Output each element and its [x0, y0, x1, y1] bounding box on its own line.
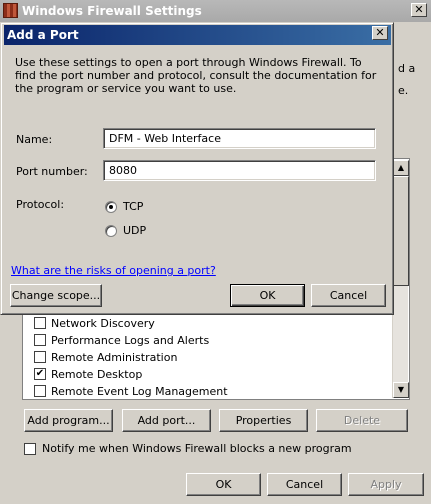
- firewall-app-icon: [3, 3, 18, 18]
- exception-item-network-discovery[interactable]: Network Discovery: [34, 315, 155, 331]
- name-label: Name:: [16, 133, 53, 146]
- exceptions-scrollbar[interactable]: ▲ ▼: [392, 160, 409, 398]
- port-number-label: Port number:: [16, 165, 88, 178]
- firewall-settings-titlebar: Windows Firewall Settings: [0, 0, 431, 22]
- add-program-button[interactable]: Add program...: [24, 409, 113, 432]
- firewall-cancel-button[interactable]: Cancel: [267, 473, 342, 496]
- protocol-option-udp[interactable]: UDP: [105, 224, 146, 237]
- exception-label: Remote Event Log Management: [51, 384, 228, 398]
- scroll-up-arrow-icon[interactable]: ▲: [393, 160, 409, 176]
- radio-selected[interactable]: [105, 200, 117, 213]
- radio-unselected[interactable]: [105, 224, 117, 237]
- dialog-ok-button[interactable]: OK: [230, 284, 305, 307]
- firewall-apply-button[interactable]: Apply: [348, 473, 424, 496]
- change-scope-button[interactable]: Change scope...: [10, 284, 102, 307]
- exception-label: Remote Desktop: [51, 367, 143, 381]
- exception-label: Network Discovery: [51, 316, 155, 330]
- firewall-ok-button[interactable]: OK: [186, 473, 261, 496]
- protocol-label: Protocol:: [16, 198, 65, 211]
- exception-item-performance-logs[interactable]: Performance Logs and Alerts: [34, 332, 209, 348]
- add-port-title: Add a Port: [7, 28, 79, 42]
- add-port-button[interactable]: Add port...: [122, 409, 211, 432]
- scroll-down-arrow-icon[interactable]: ▼: [393, 382, 409, 398]
- checkbox[interactable]: [34, 351, 46, 363]
- checkbox[interactable]: [34, 385, 46, 397]
- dialog-close-icon[interactable]: ✕: [372, 26, 388, 40]
- exception-item-remote-event-log[interactable]: Remote Event Log Management: [34, 383, 228, 399]
- port-number-input[interactable]: [103, 160, 376, 181]
- scroll-thumb[interactable]: [393, 176, 409, 286]
- protocol-label-tcp: TCP: [123, 200, 144, 213]
- properties-button[interactable]: Properties: [219, 409, 308, 432]
- add-port-titlebar: Add a Port: [4, 25, 391, 45]
- exception-item-remote-administration[interactable]: Remote Administration: [34, 349, 177, 365]
- firewall-settings-title: Windows Firewall Settings: [22, 4, 202, 18]
- dialog-description: Use these settings to open a port throug…: [15, 56, 377, 95]
- add-port-dialog: Add a Port ✕ Use these settings to open …: [0, 22, 394, 315]
- exception-item-remote-desktop[interactable]: ✔ Remote Desktop: [34, 366, 142, 382]
- dialog-cancel-button[interactable]: Cancel: [311, 284, 386, 307]
- protocol-option-tcp[interactable]: TCP: [105, 200, 143, 213]
- firewall-close-button[interactable]: ✕: [411, 3, 427, 17]
- delete-button[interactable]: Delete: [316, 409, 408, 432]
- obscured-text-fragment-2: e.: [398, 84, 409, 97]
- checkbox[interactable]: [34, 317, 46, 329]
- exception-label: Performance Logs and Alerts: [51, 333, 210, 347]
- risk-link[interactable]: What are the risks of opening a port?: [11, 264, 216, 277]
- name-input[interactable]: [103, 128, 376, 149]
- notify-checkbox[interactable]: [24, 442, 36, 455]
- checkbox-checked[interactable]: ✔: [34, 368, 46, 380]
- exception-label: Remote Administration: [51, 350, 178, 364]
- checkbox[interactable]: [34, 334, 46, 346]
- notify-option[interactable]: Notify me when Windows Firewall blocks a…: [24, 442, 352, 455]
- notify-label: Notify me when Windows Firewall blocks a…: [42, 442, 352, 455]
- protocol-label-udp: UDP: [123, 224, 147, 237]
- obscured-text-fragment: d a: [398, 62, 416, 75]
